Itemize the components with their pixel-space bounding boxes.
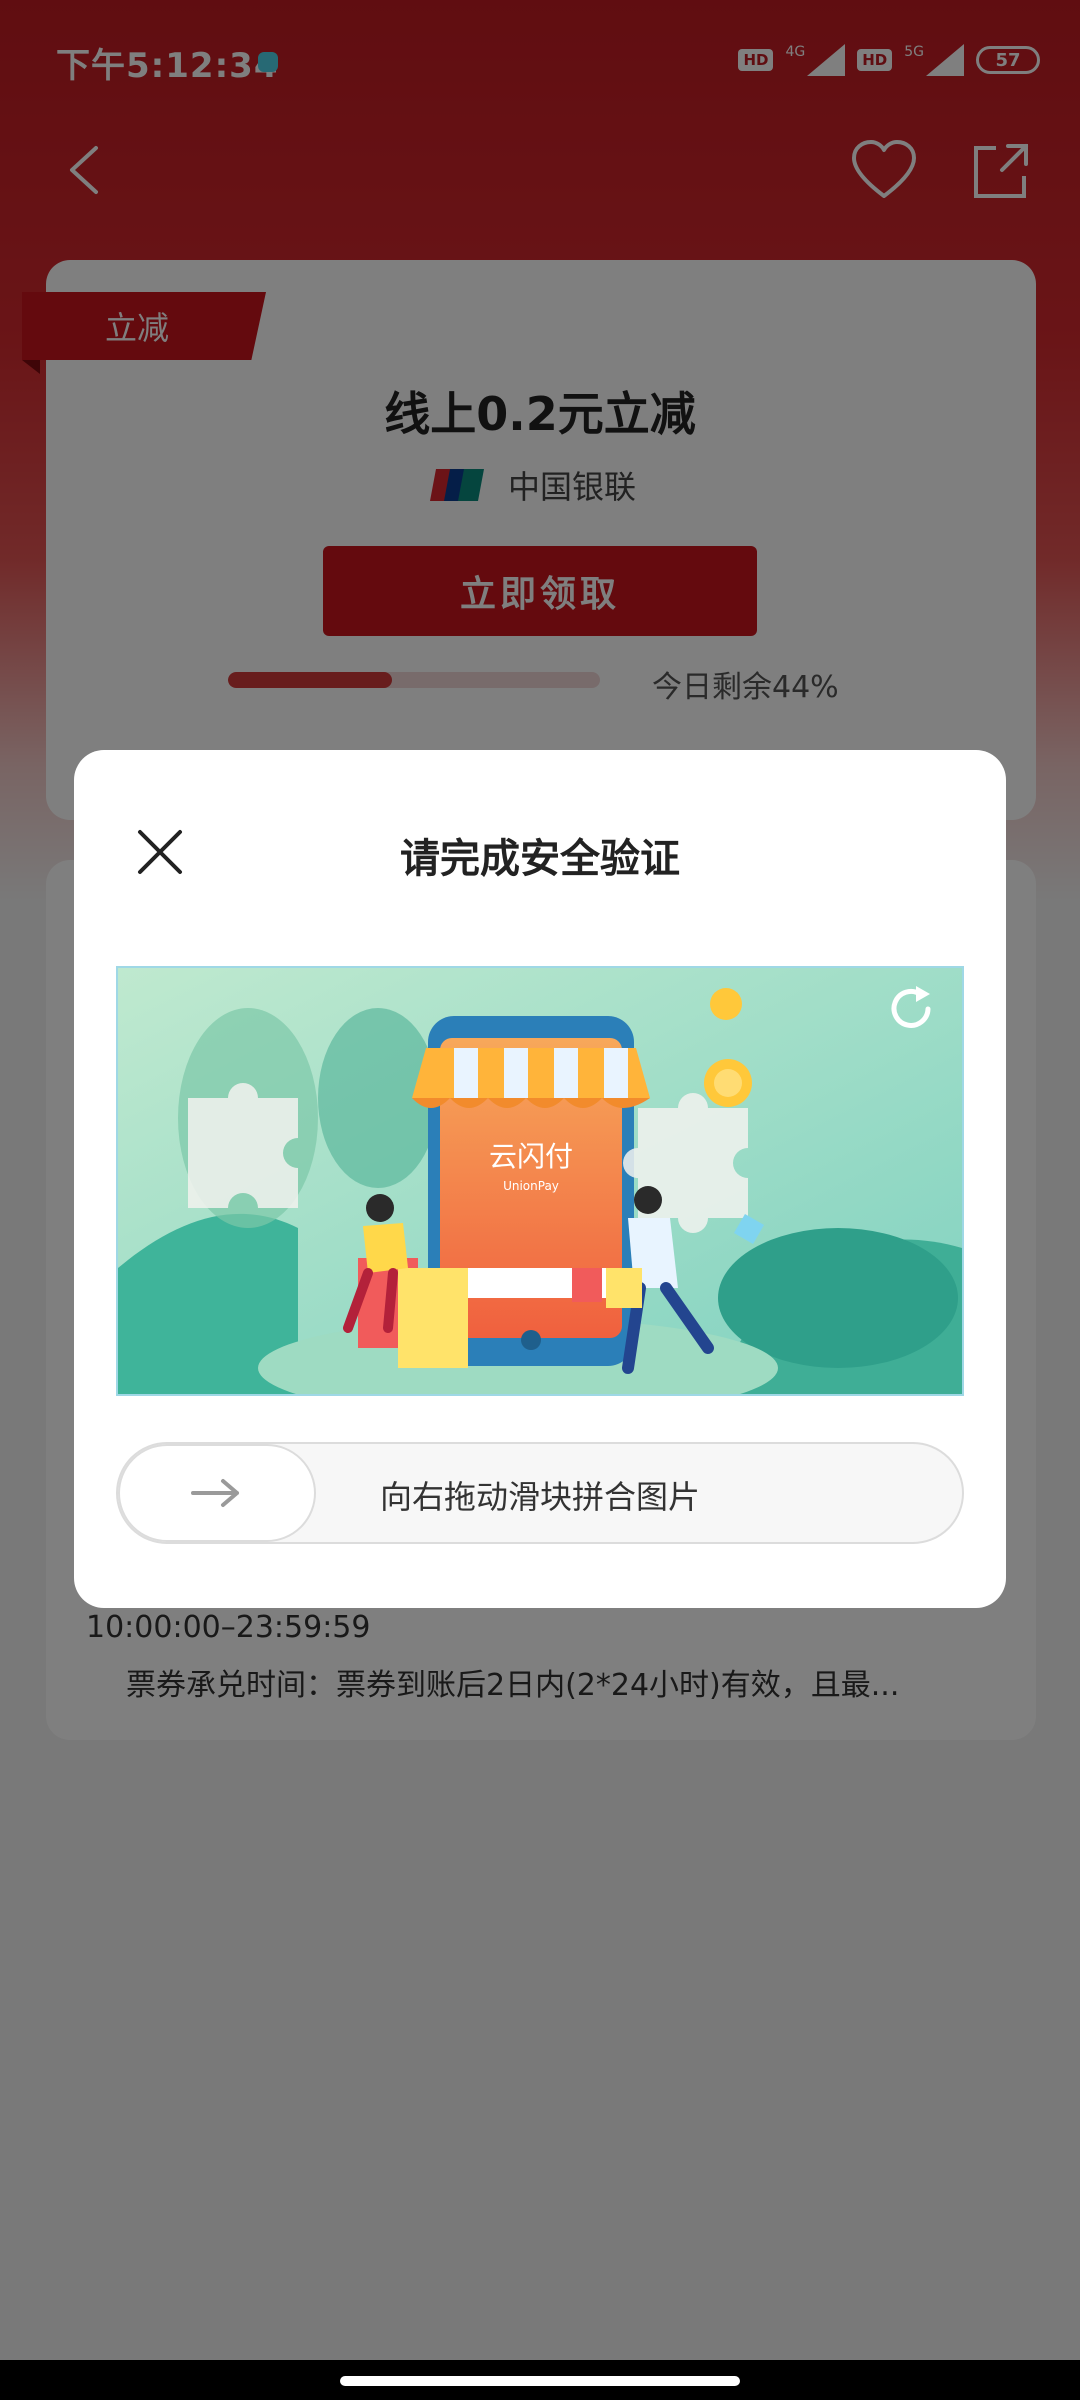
puzzle-brand: 云闪付 bbox=[489, 1140, 573, 1173]
slider-handle[interactable] bbox=[118, 1444, 316, 1542]
puzzle-brand-en: UnionPay bbox=[503, 1179, 559, 1193]
home-indicator[interactable] bbox=[340, 2376, 740, 2386]
security-verification-dialog: 请完成安全验证 云闪付 UnionPay 向右拖动滑块拼合图片 bbox=[74, 750, 1006, 1608]
dialog-title: 请完成安全验证 bbox=[400, 836, 680, 882]
arrow-right-icon bbox=[191, 1479, 239, 1507]
puzzle-image: 云闪付 UnionPay bbox=[116, 966, 964, 1396]
puzzle-illustration: 云闪付 UnionPay bbox=[118, 968, 962, 1394]
refresh-icon[interactable] bbox=[884, 982, 938, 1036]
slider-hint: 向右拖动滑块拼合图片 bbox=[380, 1478, 701, 1516]
page: 下午5:12:34 HD 4G HD 5G 57 立减 线上0.2元立减 bbox=[0, 0, 1080, 2400]
